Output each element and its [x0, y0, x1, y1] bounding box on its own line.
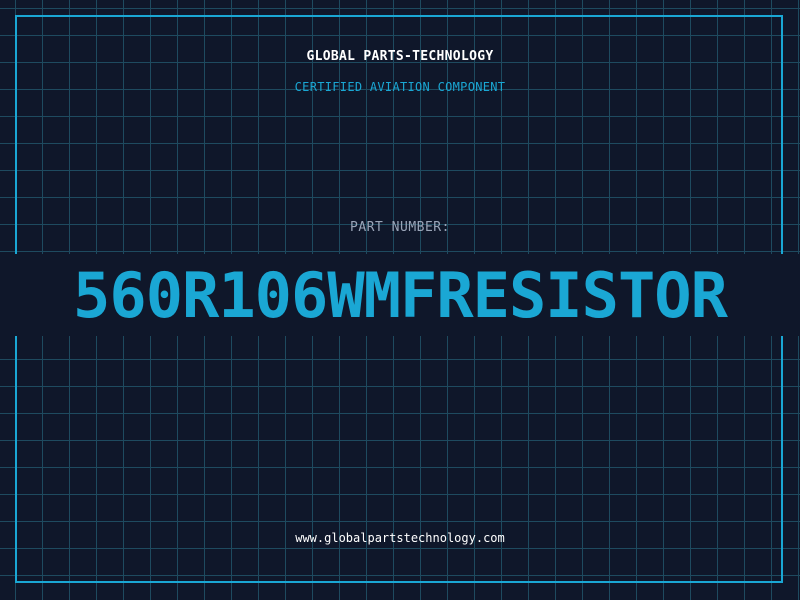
website-url[interactable]: www.globalpartstechnology.com	[0, 531, 800, 545]
part-card: GLOBAL PARTS-TECHNOLOGY CERTIFIED AVIATI…	[0, 0, 800, 600]
certification-subtitle: CERTIFIED AVIATION COMPONENT	[294, 80, 506, 94]
part-number-label: PART NUMBER:	[350, 220, 450, 235]
part-number-value: 560R106WMFRESISTOR	[73, 259, 728, 332]
company-name: GLOBAL PARTS-TECHNOLOGY	[306, 49, 494, 64]
